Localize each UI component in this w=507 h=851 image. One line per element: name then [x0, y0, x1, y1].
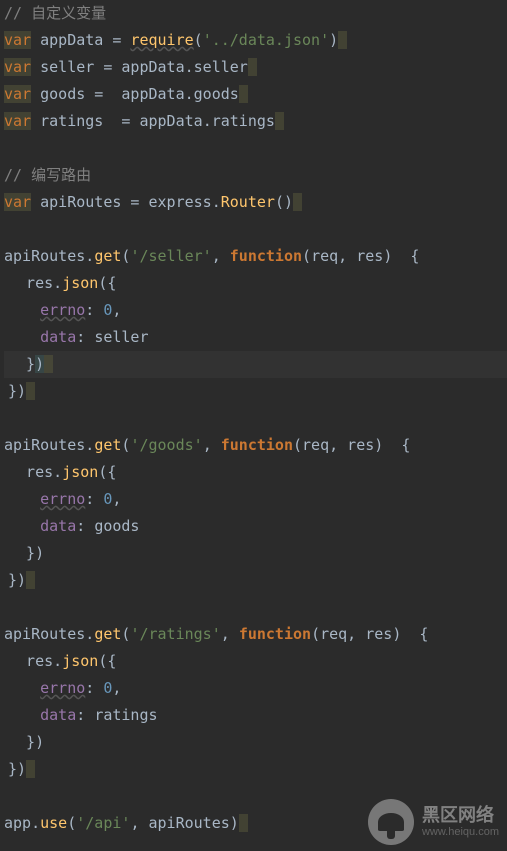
code-line: apiRoutes.get('/ratings', function(req, …	[4, 621, 507, 648]
code-line: errno: 0,	[4, 297, 507, 324]
code-line: apiRoutes.get('/seller', function(req, r…	[4, 243, 507, 270]
blank-line	[4, 216, 507, 243]
code-line: })	[4, 567, 507, 594]
blank-line	[4, 135, 507, 162]
keyword-var: var	[4, 58, 31, 76]
code-editor[interactable]: // 自定义变量 var appData = require('../data.…	[0, 0, 507, 837]
code-line: errno: 0,	[4, 486, 507, 513]
code-line: var ratings = appData.ratings	[4, 108, 507, 135]
comment: // 自定义变量	[4, 4, 106, 22]
keyword-var: var	[4, 112, 31, 130]
code-line: res.json({	[4, 459, 507, 486]
code-line: })	[4, 378, 507, 405]
code-line: errno: 0,	[4, 675, 507, 702]
code-line: var goods = appData.goods	[4, 81, 507, 108]
code-line: var appData = require('../data.json')	[4, 27, 507, 54]
blank-line	[4, 594, 507, 621]
fn-call: require	[130, 31, 193, 49]
keyword-var: var	[4, 31, 31, 49]
code-line: })	[4, 540, 507, 567]
code-line: data: ratings	[4, 702, 507, 729]
code-line: // 编写路由	[4, 162, 507, 189]
identifier: appData	[40, 31, 103, 49]
code-line: })	[4, 729, 507, 756]
code-line: res.json({	[4, 648, 507, 675]
code-line: res.json({	[4, 270, 507, 297]
code-line: var seller = appData.seller	[4, 54, 507, 81]
code-line-active: })	[4, 351, 507, 378]
watermark-logo-icon	[368, 799, 414, 845]
keyword-var: var	[4, 85, 31, 103]
watermark-text: 黑区网络 www.heiqu.com	[422, 805, 499, 840]
code-line: var apiRoutes = express.Router()	[4, 189, 507, 216]
code-line: apiRoutes.get('/goods', function(req, re…	[4, 432, 507, 459]
blank-line	[4, 405, 507, 432]
watermark-url: www.heiqu.com	[422, 826, 499, 839]
code-line: data: goods	[4, 513, 507, 540]
watermark: 黑区网络 www.heiqu.com	[368, 799, 499, 845]
keyword-var: var	[4, 193, 31, 211]
watermark-title: 黑区网络	[422, 805, 499, 827]
code-line: // 自定义变量	[4, 0, 507, 27]
comment: // 编写路由	[4, 166, 91, 184]
code-line: data: seller	[4, 324, 507, 351]
string-literal: '../data.json'	[203, 31, 329, 49]
code-line: })	[4, 756, 507, 783]
